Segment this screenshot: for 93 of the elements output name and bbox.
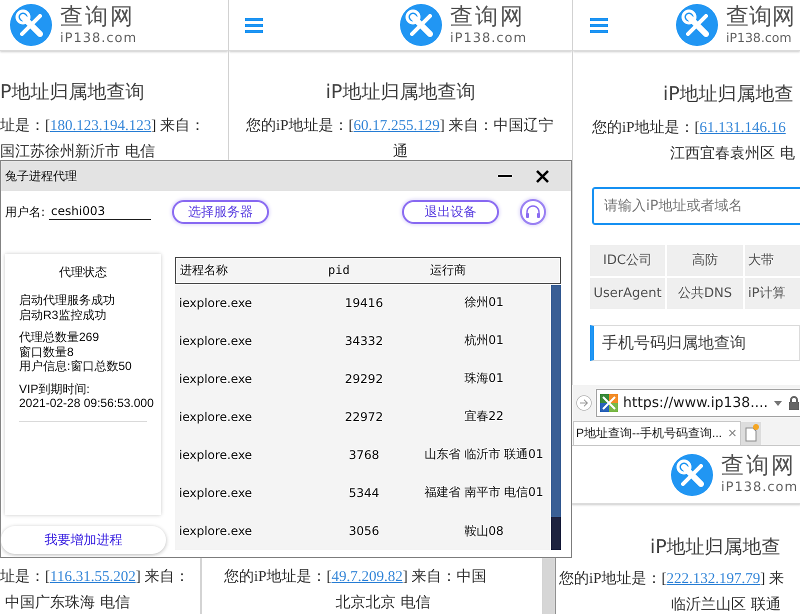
page-title: P地址归属地查询 [0,80,144,105]
close-icon[interactable] [536,170,549,182]
ip-address-link[interactable]: 222.132.197.79 [666,571,760,587]
page-title: iP地址归属地查 [663,82,794,107]
ip-address-link[interactable]: 116.31.55.202 [50,569,136,585]
ip-address-text: 址是：[180.123.194.123] 来自： [0,116,206,136]
wrench-icon [10,4,52,46]
wrench-icon [676,4,718,46]
add-process-button[interactable]: 我要增加进程 [1,526,166,554]
section-heading: 手机号码归属地查询 [590,325,800,361]
table-cell-text: iexplore.exe [179,410,254,424]
location-text: 临沂兰山区 联通 [671,594,781,614]
table-cell-text: 鞍山08 [463,522,505,540]
logo-domain: iP138.com [450,32,528,44]
dropdown-icon[interactable] [773,399,783,407]
status-text: 启动R3监控成功 [19,308,106,322]
page-title: iP地址归属地查 [650,535,781,560]
status-text: VIP到期时间: [19,382,90,396]
site-icon [600,394,618,412]
panel-title: 代理状态 [59,264,107,281]
logo-title: 查询网 [60,6,136,28]
table-cell-text: iexplore.exe [179,486,254,500]
table-cell-text: 徐州01 [463,294,505,312]
username-field[interactable]: ceshi003 [49,204,152,220]
tool-link[interactable]: 公共DNS [667,278,743,309]
table-cell-text: 山东省 临沂市 联通01 [424,446,544,464]
table-cell-text: 19416 [344,296,384,310]
location-text: 国江苏徐州新沂市 电信 [0,141,155,160]
wrench-icon [671,454,713,496]
location-text: 江西宜春袁州区 电 [670,143,795,164]
table-cell-text: 3768 [348,448,380,462]
tool-link[interactable]: iP计算 [745,278,800,309]
tool-link[interactable]: UserAgent [590,278,665,309]
page-title: iP地址归属地查询 [326,80,476,105]
table-cell-text: 福建省 南平市 电信01 [424,484,544,502]
table-cell-text: iexplore.exe [179,372,254,386]
table-cell-text: 29292 [344,372,384,386]
address-bar[interactable]: https://www.ip138.... [596,389,800,417]
select-server-button[interactable]: 选择服务器 [172,200,270,224]
table-cell-text: 3056 [348,524,380,538]
table-cell-text: 5344 [348,486,380,500]
location-text: 通 [393,141,408,160]
tool-link[interactable]: 大带 [745,245,800,276]
search-field[interactable]: 请输入iP地址或者域名 [592,187,800,225]
support-button[interactable] [520,199,546,225]
tool-link[interactable]: 高防 [667,245,743,276]
minimize-icon[interactable] [498,174,512,178]
ip-address-text: 您的iP地址是：[61.131.146.16 [592,118,787,138]
ip-address-link[interactable]: 60.17.255.129 [354,118,440,134]
table-cell-text: iexplore.exe [179,524,254,538]
username-label: 用户名: [5,204,46,220]
location-text: 中国广东珠海 电信 [5,592,130,613]
logout-device-button[interactable]: 退出设备 [402,200,500,224]
ip-address-link[interactable]: 49.7.209.82 [332,569,403,585]
window-title: 兔子进程代理 [5,168,78,184]
column-header: 进程名称 [180,262,229,279]
logo-domain: iP138.com [721,481,798,494]
new-tab-icon[interactable] [740,422,761,445]
status-text: 启动代理服务成功 [19,293,115,308]
status-text: 用户信息:窗口总数50 [19,359,132,374]
logo-domain: iP138.com [726,32,793,44]
ip-address-link[interactable]: 61.131.146.16 [700,120,786,136]
logo-title: 查询网 [721,455,797,478]
table-cell-text: 珠海01 [463,370,505,388]
wrench-icon [400,4,442,46]
ip-address-text: 址是：[116.31.55.202] 来自： [0,568,190,587]
lock-icon [788,396,800,410]
logo-title: 查询网 [726,6,795,29]
logo-domain: iP138.com [60,32,138,44]
table-cell-text: 34332 [344,334,384,348]
table-cell-text: 22972 [344,410,384,424]
column-header: 运行商 [430,262,467,279]
ip-address-text: 您的iP地址是：[60.17.255.129] 来自：中国辽宁 [246,116,555,136]
browser-tab[interactable]: P地址查询--手机号码查询... × [573,421,741,445]
table-cell-text: 杭州01 [463,332,505,350]
tool-link[interactable]: IDC公司 [590,245,665,276]
status-text: 2021-02-28 09:56:53.000 [19,396,154,410]
table-cell-text: iexplore.exe [179,448,254,462]
menu-icon[interactable] [245,17,263,33]
headset-icon [525,204,542,220]
status-text: 窗口数量8 [19,344,74,359]
tab-close-button[interactable]: × [728,425,737,442]
table-cell-text: 宜春22 [463,408,505,426]
table-cell-text: iexplore.exe [179,296,254,310]
location-text: 北京北京 电信 [336,592,430,613]
column-header: pid [327,263,351,278]
status-text: 代理总数量269 [19,330,100,344]
table-cell-text: iexplore.exe [179,334,254,348]
ip-address-link[interactable]: 180.123.194.123 [50,118,152,134]
menu-icon[interactable] [590,17,608,33]
ip-address-text: 您的iP地址是：[222.132.197.79] 来 [559,570,786,589]
logo-title: 查询网 [450,6,526,28]
ip-address-text: 您的iP地址是：[49.7.209.82] 来自：中国 [224,568,488,587]
